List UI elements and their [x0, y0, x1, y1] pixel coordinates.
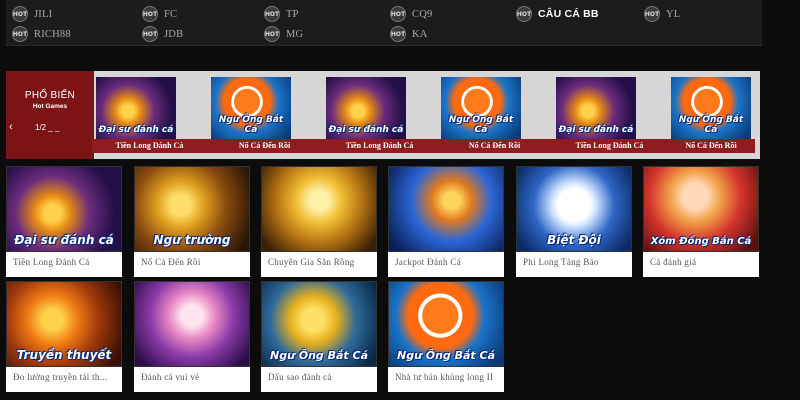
- provider-label: YL: [666, 8, 681, 20]
- hot-badge-icon: HOT: [390, 26, 406, 42]
- game-title: Dấu sao đánh cá: [268, 372, 332, 382]
- thumbnail-caption: Biệt Đội: [547, 233, 601, 247]
- provider-label: TP: [286, 8, 299, 20]
- hot-games-header: PHỔ BIẾN Hot Games ‹ 1/2 _ _: [6, 71, 94, 159]
- game-thumbnail: Đại sư đánh cá: [6, 166, 122, 252]
- provider-label: JDB: [164, 28, 184, 40]
- game-thumbnail: Xóm Đồng Bắn Cá: [643, 166, 759, 252]
- game-thumbnail: [388, 166, 504, 252]
- hot-game-title: Tiền Long Đánh Cá: [92, 139, 207, 153]
- hot-badge-icon: HOT: [142, 26, 158, 42]
- hot-badge-icon: HOT: [390, 6, 406, 22]
- hot-games-subtitle: Hot Games: [32, 103, 68, 110]
- hot-badge-icon: HOT: [644, 6, 660, 22]
- thumbnail-caption: Ngư Ông Bắt Cá: [218, 115, 284, 135]
- thumbnail-caption: Ngư trường: [153, 233, 231, 247]
- game-thumbnail: Ngư Ông Bắt Cá: [261, 281, 377, 367]
- game-card[interactable]: Đại sư đánh cá Tiền Long Đánh Cá: [6, 166, 122, 277]
- game-thumbnail: Đại sư đánh cá: [96, 77, 176, 139]
- thumbnail-caption: Đại sư đánh cá: [98, 125, 174, 135]
- game-title: Jackpot Đánh Cá: [395, 257, 461, 267]
- provider-tp[interactable]: HOT TP: [264, 6, 299, 22]
- game-thumbnail: Đại sư đánh cá: [326, 77, 406, 139]
- game-thumbnail: Ngư Ông Bắt Cá: [388, 281, 504, 367]
- hot-games-carousel: PHỔ BIẾN Hot Games ‹ 1/2 _ _ Đại sư đánh…: [6, 71, 760, 159]
- game-thumbnail: [134, 281, 250, 367]
- provider-label: CÂU CÁ BB: [538, 8, 599, 20]
- game-title: Nhà tư bản khủng long II: [395, 372, 494, 382]
- hot-game-card[interactable]: Đại sư đánh cá Tiền Long Đánh Cá: [552, 77, 667, 153]
- game-thumbnail: Biệt Đội: [516, 166, 632, 252]
- hot-badge-icon: HOT: [516, 6, 532, 22]
- hot-game-title: Tiền Long Đánh Cá: [552, 139, 667, 153]
- game-card[interactable]: Chuyên Gia Săn Rồng: [261, 166, 377, 277]
- provider-rich88[interactable]: HOT RICH88: [12, 26, 71, 42]
- page: HOT JILI HOT FC HOT TP HOT CQ9 HOT CÂU C…: [0, 0, 800, 400]
- thumbnail-caption: Ngư Ông Bắt Cá: [269, 349, 369, 362]
- game-card[interactable]: Ngư trường Nổ Cá Đến Rồi: [134, 166, 250, 277]
- game-title: Đánh cá vui vẻ: [141, 372, 200, 382]
- provider-label: RICH88: [34, 28, 71, 40]
- hot-game-title: Nổ Cá Đến Rồi: [437, 139, 552, 153]
- hot-games-title: PHỔ BIẾN: [24, 90, 76, 101]
- provider-cau-ca-bb[interactable]: HOT CÂU CÁ BB: [516, 6, 599, 22]
- thumbnail-caption: Đại sư đánh cá: [14, 233, 114, 247]
- game-card[interactable]: Biệt Đội Phi Long Tàng Bảo: [516, 166, 632, 277]
- thumbnail-caption: Xóm Đồng Bắn Cá: [650, 236, 752, 247]
- hot-badge-icon: HOT: [142, 6, 158, 22]
- game-thumbnail: Truyền thuyết: [6, 281, 122, 367]
- game-card[interactable]: Truyền thuyết Đo lường truyền tải th...: [6, 281, 122, 392]
- game-thumbnail: [261, 166, 377, 252]
- provider-label: KA: [412, 28, 428, 40]
- provider-label: JILI: [34, 8, 53, 20]
- provider-label: MG: [286, 28, 304, 40]
- game-thumbnail: Ngư trường: [134, 166, 250, 252]
- hot-badge-icon: HOT: [264, 26, 280, 42]
- provider-jdb[interactable]: HOT JDB: [142, 26, 183, 42]
- provider-label: FC: [164, 8, 178, 20]
- game-card[interactable]: Xóm Đồng Bắn Cá Cá đánh giá: [643, 166, 759, 277]
- thumbnail-caption: Đại sư đánh cá: [558, 125, 634, 135]
- hot-game-card[interactable]: Ngư Ông Bắt Cá Nổ Cá Đến Rồi: [437, 77, 552, 153]
- provider-jili[interactable]: HOT JILI: [12, 6, 52, 22]
- hot-game-card[interactable]: Đại sư đánh cá Tiền Long Đánh Cá: [322, 77, 437, 153]
- game-title: Cá đánh giá: [650, 257, 697, 267]
- game-title: Chuyên Gia Săn Rồng: [268, 257, 355, 267]
- game-title: Nổ Cá Đến Rồi: [141, 257, 201, 267]
- game-title: Tiền Long Đánh Cá: [13, 257, 90, 267]
- hot-game-card[interactable]: Ngư Ông Bắt Cá Nổ Cá Đến Rồi: [667, 77, 755, 153]
- provider-yl[interactable]: HOT YL: [644, 6, 680, 22]
- hot-game-title: Tiền Long Đánh Cá: [322, 139, 437, 153]
- provider-mg[interactable]: HOT MG: [264, 26, 303, 42]
- provider-cq9[interactable]: HOT CQ9: [390, 6, 432, 22]
- carousel-page-indicator: 1/2 _ _: [35, 123, 60, 132]
- thumbnail-caption: Ngư Ông Bắt Cá: [678, 115, 744, 135]
- provider-filter-bar: HOT JILI HOT FC HOT TP HOT CQ9 HOT CÂU C…: [6, 0, 762, 46]
- hot-badge-icon: HOT: [12, 6, 28, 22]
- provider-ka[interactable]: HOT KA: [390, 26, 428, 42]
- game-thumbnail: Đại sư đánh cá: [556, 77, 636, 139]
- provider-label: CQ9: [412, 8, 433, 20]
- hot-badge-icon: HOT: [12, 26, 28, 42]
- hot-badge-icon: HOT: [264, 6, 280, 22]
- game-card[interactable]: Ngư Ông Bắt Cá Nhà tư bản khủng long II: [388, 281, 504, 392]
- game-card[interactable]: Jackpot Đánh Cá: [388, 166, 504, 277]
- provider-fc[interactable]: HOT FC: [142, 6, 177, 22]
- thumbnail-caption: Ngư Ông Bắt Cá: [396, 349, 496, 362]
- game-thumbnail: Ngư Ông Bắt Cá: [671, 77, 751, 139]
- game-card[interactable]: Đánh cá vui vẻ: [134, 281, 250, 392]
- hot-game-title: Nổ Cá Đến Rồi: [207, 139, 322, 153]
- game-thumbnail: Ngư Ông Bắt Cá: [211, 77, 291, 139]
- hot-game-card[interactable]: Ngư Ông Bắt Cá Nổ Cá Đến Rồi: [207, 77, 322, 153]
- hot-game-title: Nổ Cá Đến Rồi: [667, 139, 755, 153]
- game-title: Đo lường truyền tải th...: [13, 372, 108, 382]
- thumbnail-caption: Ngư Ông Bắt Cá: [448, 115, 514, 135]
- game-card[interactable]: Ngư Ông Bắt Cá Dấu sao đánh cá: [261, 281, 377, 392]
- thumbnail-caption: Đại sư đánh cá: [328, 125, 404, 135]
- game-thumbnail: Ngư Ông Bắt Cá: [441, 77, 521, 139]
- hot-game-card[interactable]: Đại sư đánh cá Tiền Long Đánh Cá: [92, 77, 207, 153]
- thumbnail-caption: Truyền thuyết: [16, 348, 112, 362]
- chevron-left-icon[interactable]: ‹: [9, 121, 19, 133]
- game-title: Phi Long Tàng Bảo: [523, 257, 599, 267]
